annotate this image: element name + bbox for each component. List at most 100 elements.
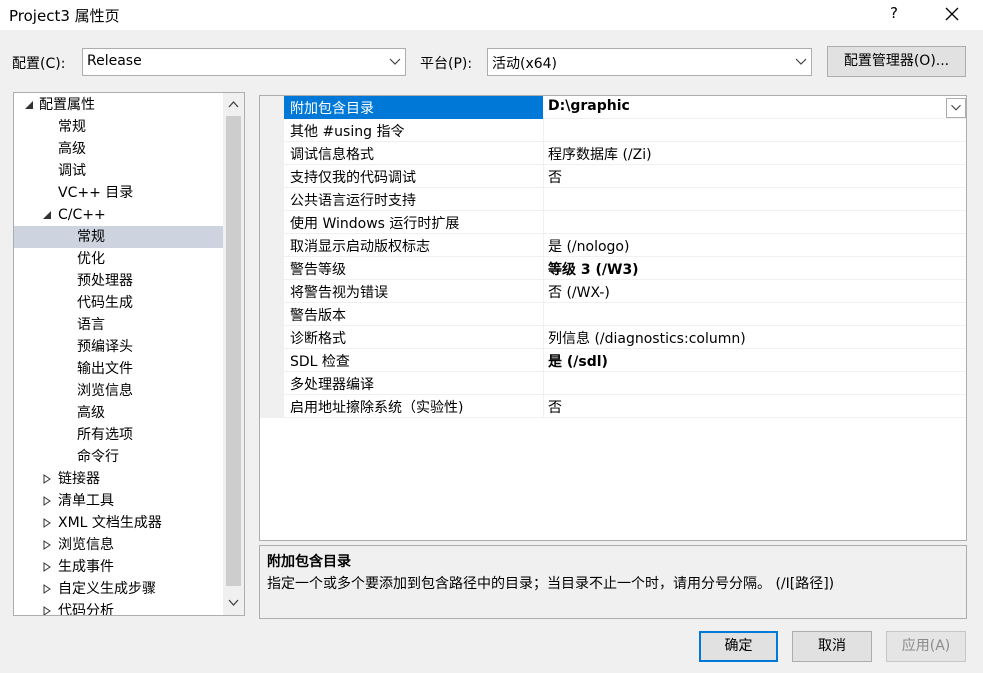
tree-item-command-line[interactable]: 命令行	[77, 446, 119, 468]
tree-item-label: 预处理器	[77, 273, 133, 289]
tree-item-label: 代码生成	[77, 295, 133, 311]
property-value[interactable]: 否	[548, 167, 562, 187]
description-text: 指定一个或多个要添加到包含路径中的目录；当目录不止一个时，请用分号分隔。 (/I…	[267, 576, 835, 592]
tree-item-language[interactable]: 语言	[77, 314, 105, 336]
property-value[interactable]: 否	[548, 397, 562, 417]
scrollbar-thumb[interactable]	[226, 116, 241, 586]
expanded-triangle-icon[interactable]	[42, 210, 52, 220]
property-row[interactable]: 多处理器编译	[284, 372, 966, 395]
grid-gutter	[260, 96, 284, 418]
tree-item-c-cpp[interactable]: C/C++	[14, 204, 224, 226]
tree-item-build-events[interactable]: 生成事件	[14, 556, 224, 578]
tree-item-label: 浏览信息	[58, 537, 114, 553]
tree-item-label: 命令行	[77, 449, 119, 465]
tree-item-precompiled-headers[interactable]: 预编译头	[77, 336, 133, 358]
tree-item-label: 语言	[77, 317, 105, 333]
property-row[interactable]: 警告版本	[284, 303, 966, 326]
tree-item-advanced[interactable]: 高级	[58, 138, 86, 160]
config-label: 配置(C):	[12, 56, 66, 72]
property-name: 附加包含目录	[290, 101, 374, 117]
property-row[interactable]: 取消显示启动版权标志 是 (/nologo)	[284, 234, 966, 257]
tree-item-c-cpp-general[interactable]: 常规	[14, 226, 224, 248]
property-value[interactable]: 列信息 (/diagnostics:column)	[548, 328, 746, 348]
chevron-down-icon[interactable]	[228, 599, 239, 607]
value-dropdown-button[interactable]	[946, 98, 966, 118]
property-row[interactable]: 警告等级 等级 3 (/W3)	[284, 257, 966, 280]
tree-item-preprocessor[interactable]: 预处理器	[77, 270, 133, 292]
collapsed-triangle-icon[interactable]	[42, 540, 52, 550]
description-title: 附加包含目录	[267, 554, 351, 570]
tree-item-config-properties[interactable]: 配置属性	[14, 94, 224, 116]
property-grid: 附加包含目录 D:\graphic 其他 #using 指令 调试信息格式 程序数…	[259, 95, 967, 541]
tree-item-label: 优化	[77, 251, 105, 267]
tree-item-manifest-tool[interactable]: 清单工具	[14, 490, 224, 512]
apply-button[interactable]: 应用(A)	[886, 631, 966, 662]
tree-item-custom-build-step[interactable]: 自定义生成步骤	[14, 578, 224, 600]
tree-item-label: 浏览信息	[77, 383, 133, 399]
property-row[interactable]: 支持仅我的代码调试 否	[284, 165, 966, 188]
tree-item-code-generation[interactable]: 代码生成	[77, 292, 133, 314]
property-row[interactable]: 附加包含目录 D:\graphic	[284, 96, 966, 119]
tree-item-vc-directories[interactable]: VC++ 目录	[58, 182, 133, 204]
property-row[interactable]: 其他 #using 指令	[284, 119, 966, 142]
tree-item-browse-information[interactable]: 浏览信息	[14, 534, 224, 556]
tree-item-label: 链接器	[58, 471, 100, 487]
tree-item-linker[interactable]: 链接器	[14, 468, 224, 490]
tree-item-label: VC++ 目录	[58, 185, 134, 201]
collapsed-triangle-icon[interactable]	[42, 496, 52, 506]
property-value[interactable]: 是 (/sdl)	[548, 351, 608, 371]
config-manager-button[interactable]: 配置管理器(O)...	[827, 46, 966, 77]
config-dropdown[interactable]: Release	[82, 48, 406, 76]
property-name: 启用地址擦除系统（实验性)	[290, 400, 464, 416]
help-button[interactable]: ?	[884, 4, 904, 24]
tree-item-xml-doc-generator[interactable]: XML 文档生成器	[14, 512, 224, 534]
tree-scrollbar[interactable]	[223, 93, 244, 615]
description-panel: 附加包含目录 指定一个或多个要添加到包含路径中的目录；当目录不止一个时，请用分号…	[259, 545, 967, 619]
property-row[interactable]: 诊断格式 列信息 (/diagnostics:column)	[284, 326, 966, 349]
expanded-triangle-icon[interactable]	[24, 100, 34, 110]
platform-dropdown[interactable]: 活动(x64)	[487, 48, 812, 76]
chevron-down-icon	[951, 104, 961, 111]
tree-item-label: 高级	[58, 141, 86, 157]
property-value[interactable]: 等级 3 (/W3)	[548, 259, 639, 279]
chevron-up-icon[interactable]	[228, 100, 239, 108]
config-dropdown-value: Release	[87, 53, 142, 69]
tree-item-c-advanced[interactable]: 高级	[77, 402, 105, 424]
property-row[interactable]: 公共语言运行时支持	[284, 188, 966, 211]
tree-item-general[interactable]: 常规	[58, 116, 86, 138]
tree-item-label: 常规	[77, 229, 105, 245]
platform-label: 平台(P):	[420, 56, 473, 72]
collapsed-triangle-icon[interactable]	[42, 518, 52, 528]
property-row[interactable]: 启用地址擦除系统（实验性) 否	[284, 395, 966, 418]
property-value[interactable]: D:\graphic	[548, 98, 630, 114]
tree-item-all-options[interactable]: 所有选项	[77, 424, 133, 446]
title-bar: Project3 属性页 ?	[0, 0, 983, 30]
property-value[interactable]: 是 (/nologo)	[548, 236, 629, 256]
tree-item-output-files[interactable]: 输出文件	[77, 358, 133, 380]
tree-item-browse-info[interactable]: 浏览信息	[77, 380, 133, 402]
property-name: 警告版本	[290, 308, 346, 324]
property-value[interactable]: 程序数据库 (/Zi)	[548, 144, 652, 164]
tree-item-code-analysis[interactable]: 代码分析	[14, 600, 224, 616]
property-row[interactable]: 调试信息格式 程序数据库 (/Zi)	[284, 142, 966, 165]
tree-item-optimization[interactable]: 优化	[77, 248, 105, 270]
close-icon[interactable]	[940, 2, 964, 26]
property-value[interactable]: 否 (/WX-)	[548, 282, 610, 302]
property-name: 公共语言运行时支持	[290, 193, 416, 209]
property-name: 取消显示启动版权标志	[290, 239, 430, 255]
collapsed-triangle-icon[interactable]	[42, 584, 52, 594]
ok-button[interactable]: 确定	[699, 631, 778, 662]
window-title: Project3 属性页	[9, 7, 120, 25]
collapsed-triangle-icon[interactable]	[42, 474, 52, 484]
tree-item-debugging[interactable]: 调试	[58, 160, 86, 182]
property-row[interactable]: SDL 检查 是 (/sdl)	[284, 349, 966, 372]
property-row[interactable]: 将警告视为错误 否 (/WX-)	[284, 280, 966, 303]
tree-item-label: C/C++	[58, 207, 106, 223]
property-name: SDL 检查	[290, 354, 350, 370]
cancel-button[interactable]: 取消	[792, 631, 872, 662]
collapsed-triangle-icon[interactable]	[42, 562, 52, 572]
collapsed-triangle-icon[interactable]	[42, 606, 52, 616]
property-row[interactable]: 使用 Windows 运行时扩展	[284, 211, 966, 234]
tree-item-label: 预编译头	[77, 339, 133, 355]
property-name: 调试信息格式	[290, 147, 374, 163]
